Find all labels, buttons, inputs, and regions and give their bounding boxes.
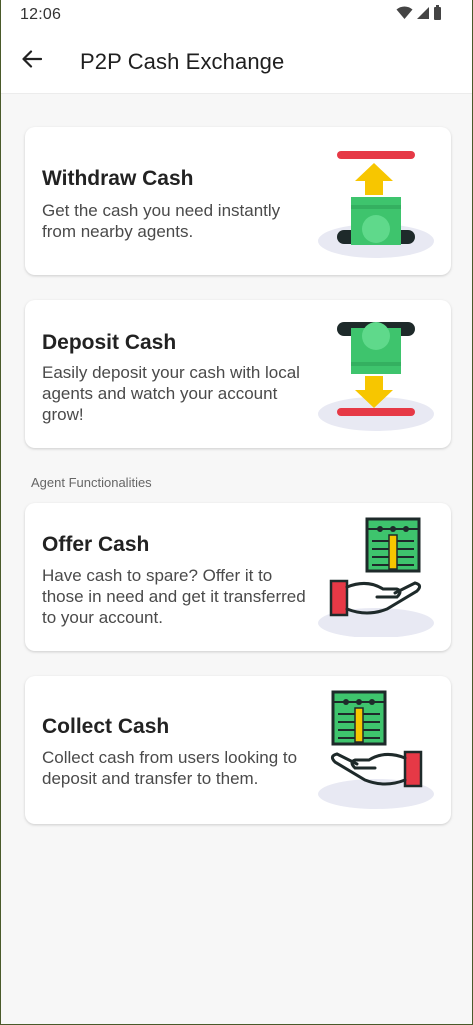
offer-cash-icon (317, 517, 435, 638)
offer-cash-card[interactable]: Offer Cash Have cash to spare? Offer it … (25, 503, 451, 651)
status-bar: 12:06 (1, 0, 472, 30)
deposit-cash-icon (317, 314, 435, 434)
signal-icon (416, 6, 430, 25)
status-time: 12:06 (20, 6, 62, 23)
card-title: Collect Cash (42, 715, 170, 738)
battery-icon (433, 5, 442, 25)
withdraw-cash-card[interactable]: Withdraw Cash Get the cash you need inst… (25, 127, 451, 275)
card-description: Collect cash from users looking to depos… (42, 748, 298, 788)
wifi-icon (396, 6, 413, 25)
deposit-cash-card[interactable]: Deposit Cash Easily deposit your cash wi… (25, 300, 451, 448)
arrow-left-icon (22, 49, 43, 73)
card-description: Get the cash you need instantly from nea… (42, 201, 281, 241)
card-title: Offer Cash (42, 533, 150, 556)
app-bar: P2P Cash Exchange (1, 30, 472, 94)
withdraw-cash-icon (317, 141, 435, 261)
status-icons (396, 5, 442, 25)
page-title: P2P Cash Exchange (80, 49, 285, 74)
card-description: Have cash to spare? Offer it to those in… (42, 566, 306, 627)
card-title: Deposit Cash (42, 331, 177, 354)
card-description: Easily deposit your cash with local agen… (42, 363, 300, 424)
card-title: Withdraw Cash (42, 167, 194, 190)
section-label-agent: Agent Functionalities (31, 475, 152, 490)
back-button[interactable] (15, 46, 49, 76)
collect-cash-icon (317, 690, 435, 810)
collect-cash-card[interactable]: Collect Cash Collect cash from users loo… (25, 676, 451, 824)
